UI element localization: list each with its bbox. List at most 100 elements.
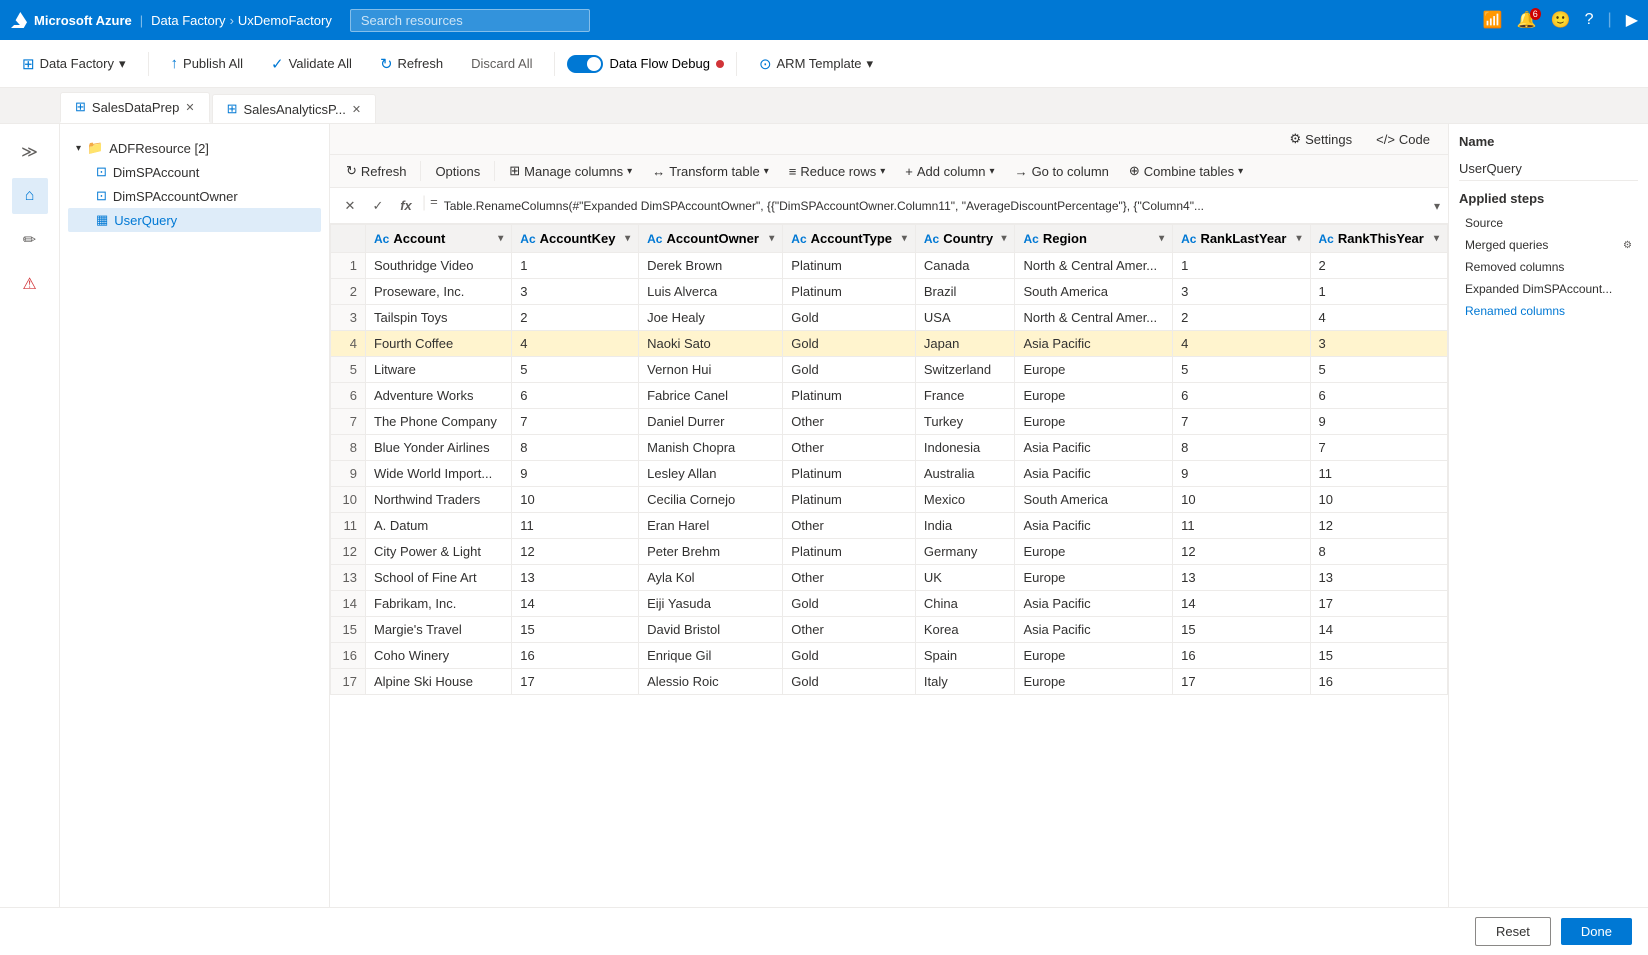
combine-tables-btn[interactable]: ⊕ Combine tables ▾ bbox=[1121, 159, 1251, 183]
row-num-cell: 14 bbox=[331, 591, 366, 617]
step-item[interactable]: Removed columns bbox=[1459, 256, 1638, 278]
table-row[interactable]: 14 Fabrikam, Inc. 14 Eiji Yasuda Gold Ch… bbox=[331, 591, 1448, 617]
explorer-item-dimsplaccount[interactable]: ⊡ DimSPAccount bbox=[68, 160, 321, 184]
goto-column-btn[interactable]: → Go to column bbox=[1007, 160, 1117, 183]
cell-country: Turkey bbox=[915, 409, 1015, 435]
sidebar-alert-btn[interactable]: ⚠ bbox=[12, 266, 48, 302]
table-row[interactable]: 3 Tailspin Toys 2 Joe Healy Gold USA Nor… bbox=[331, 305, 1448, 331]
sidebar-expand-btn[interactable]: ≫ bbox=[12, 134, 48, 170]
settings-btn[interactable]: ⚙ Settings bbox=[1281, 128, 1360, 150]
add-column-btn[interactable]: + Add column ▾ bbox=[897, 160, 1002, 183]
col-accountkey-label: AccountKey bbox=[540, 231, 616, 246]
sub-refresh-btn[interactable]: ↻ Refresh bbox=[338, 159, 414, 183]
table-row[interactable]: 4 Fourth Coffee 4 Naoki Sato Gold Japan … bbox=[331, 331, 1448, 357]
cell-rankthis: 16 bbox=[1310, 669, 1447, 695]
table-row[interactable]: 6 Adventure Works 6 Fabrice Canel Platin… bbox=[331, 383, 1448, 409]
table-row[interactable]: 17 Alpine Ski House 17 Alessio Roic Gold… bbox=[331, 669, 1448, 695]
table-container[interactable]: Ac Account ▾ Ac AccountKey ▾ bbox=[330, 224, 1448, 907]
step-item[interactable]: Merged queries⚙ bbox=[1459, 234, 1638, 256]
table-row[interactable]: 1 Southridge Video 1 Derek Brown Platinu… bbox=[331, 253, 1448, 279]
table-row[interactable]: 12 City Power & Light 12 Peter Brehm Pla… bbox=[331, 539, 1448, 565]
validate-btn[interactable]: ✓ Validate All bbox=[261, 50, 362, 78]
help-icon[interactable]: ? bbox=[1585, 11, 1594, 29]
country-filter-icon[interactable]: ▾ bbox=[1001, 233, 1006, 244]
azure-logo: Microsoft Azure bbox=[10, 11, 132, 29]
reduce-rows-btn[interactable]: ≡ Reduce rows ▾ bbox=[781, 160, 894, 183]
col-country[interactable]: Ac Country ▾ bbox=[915, 225, 1015, 253]
table-row[interactable]: 8 Blue Yonder Airlines 8 Manish Chopra O… bbox=[331, 435, 1448, 461]
table-row[interactable]: 10 Northwind Traders 10 Cecilia Cornejo … bbox=[331, 487, 1448, 513]
discard-btn[interactable]: Discard All bbox=[461, 51, 542, 76]
cell-type: Other bbox=[783, 513, 916, 539]
tab-salesdataprep[interactable]: ⊞ SalesDataPrep ✕ bbox=[60, 92, 210, 123]
cell-rankthis: 3 bbox=[1310, 331, 1447, 357]
explorer-item-userquery[interactable]: ▦ UserQuery bbox=[68, 208, 321, 232]
search-input[interactable] bbox=[350, 9, 590, 32]
col-accounttype[interactable]: Ac AccountType ▾ bbox=[783, 225, 916, 253]
table-row[interactable]: 2 Proseware, Inc. 3 Luis Alverca Platinu… bbox=[331, 279, 1448, 305]
cell-country: Spain bbox=[915, 643, 1015, 669]
accountowner-filter-icon[interactable]: ▾ bbox=[769, 233, 774, 244]
table-row[interactable]: 15 Margie's Travel 15 David Bristol Othe… bbox=[331, 617, 1448, 643]
smiley-icon[interactable]: 🙂 bbox=[1551, 10, 1571, 30]
done-button[interactable]: Done bbox=[1561, 918, 1632, 945]
table-row[interactable]: 5 Litware 5 Vernon Hui Gold Switzerland … bbox=[331, 357, 1448, 383]
run-icon[interactable]: ▶ bbox=[1626, 10, 1638, 30]
refresh-main-btn[interactable]: ↻ Refresh bbox=[370, 50, 453, 78]
step-item[interactable]: Expanded DimSPAccount... bbox=[1459, 278, 1638, 300]
explorer-item-dimspaccountowner[interactable]: ⊡ DimSPAccountOwner bbox=[68, 184, 321, 208]
breadcrumb-factory[interactable]: UxDemoFactory bbox=[238, 13, 332, 28]
step-item[interactable]: Renamed columns bbox=[1459, 300, 1638, 322]
code-btn[interactable]: </> Code bbox=[1368, 128, 1438, 150]
sidebar-home-btn[interactable]: ⌂ bbox=[12, 178, 48, 214]
cell-type: Other bbox=[783, 409, 916, 435]
publish-btn[interactable]: ↑ Publish All bbox=[161, 50, 253, 77]
ranklast-filter-icon[interactable]: ▾ bbox=[1296, 233, 1301, 244]
formula-x-btn[interactable]: ✕ bbox=[338, 194, 362, 218]
reset-button[interactable]: Reset bbox=[1475, 917, 1551, 946]
close-tab-2-icon[interactable]: ✕ bbox=[352, 103, 361, 116]
formula-expand-icon[interactable]: ▾ bbox=[1434, 199, 1440, 213]
formula-check-btn[interactable]: ✓ bbox=[366, 194, 390, 218]
cell-country: Italy bbox=[915, 669, 1015, 695]
debug-toggle-switch[interactable] bbox=[567, 55, 603, 73]
data-table: Ac Account ▾ Ac AccountKey ▾ bbox=[330, 224, 1448, 695]
accounttype-filter-icon[interactable]: ▾ bbox=[902, 233, 907, 244]
table-row[interactable]: 16 Coho Winery 16 Enrique Gil Gold Spain… bbox=[331, 643, 1448, 669]
step-settings-icon[interactable]: ⚙ bbox=[1623, 240, 1632, 251]
sidebar-pencil-btn[interactable]: ✏ bbox=[12, 222, 48, 258]
step-item[interactable]: Source bbox=[1459, 212, 1638, 234]
notification-icon[interactable]: 🔔6 bbox=[1517, 10, 1537, 30]
cell-region: Asia Pacific bbox=[1015, 591, 1173, 617]
sub-options-btn[interactable]: Options bbox=[427, 160, 488, 183]
table-row[interactable]: 11 A. Datum 11 Eran Harel Other India As… bbox=[331, 513, 1448, 539]
col-accountkey[interactable]: Ac AccountKey ▾ bbox=[512, 225, 639, 253]
transform-table-btn[interactable]: ↔ Transform table ▾ bbox=[644, 160, 777, 183]
arm-template-btn[interactable]: ⊙ ARM Template ▾ bbox=[749, 50, 883, 78]
region-filter-icon[interactable]: ▾ bbox=[1159, 233, 1164, 244]
data-factory-btn[interactable]: ⊞ Data Factory ▾ bbox=[12, 50, 136, 78]
cell-key: 17 bbox=[512, 669, 639, 695]
breadcrumb-datafactory[interactable]: Data Factory bbox=[151, 13, 225, 28]
rankthis-filter-icon[interactable]: ▾ bbox=[1434, 233, 1439, 244]
formula-fx-btn[interactable]: fx bbox=[394, 194, 418, 218]
arm-icon: ⊙ bbox=[759, 55, 772, 73]
table-header-row: Ac Account ▾ Ac AccountKey ▾ bbox=[331, 225, 1448, 253]
col-ranklastyear[interactable]: Ac RankLastYear ▾ bbox=[1173, 225, 1310, 253]
tab-salesanalytics[interactable]: ⊞ SalesAnalyticsP... ✕ bbox=[212, 94, 377, 123]
explorer-group-header[interactable]: ▾ 📁 ADFResource [2] bbox=[68, 136, 321, 160]
account-filter-icon[interactable]: ▾ bbox=[498, 233, 503, 244]
table-row[interactable]: 9 Wide World Import... 9 Lesley Allan Pl… bbox=[331, 461, 1448, 487]
col-region[interactable]: Ac Region ▾ bbox=[1015, 225, 1173, 253]
col-rankthisyear[interactable]: Ac RankThisYear ▾ bbox=[1310, 225, 1447, 253]
cell-type: Gold bbox=[783, 357, 916, 383]
cell-owner: David Bristol bbox=[639, 617, 783, 643]
accountkey-filter-icon[interactable]: ▾ bbox=[625, 233, 630, 244]
cell-region: Europe bbox=[1015, 643, 1173, 669]
table-row[interactable]: 7 The Phone Company 7 Daniel Durrer Othe… bbox=[331, 409, 1448, 435]
close-tab-1-icon[interactable]: ✕ bbox=[185, 101, 194, 114]
col-accountowner[interactable]: Ac AccountOwner ▾ bbox=[639, 225, 783, 253]
table-row[interactable]: 13 School of Fine Art 13 Ayla Kol Other … bbox=[331, 565, 1448, 591]
manage-columns-btn[interactable]: ⊞ Manage columns ▾ bbox=[501, 159, 640, 183]
col-account[interactable]: Ac Account ▾ bbox=[366, 225, 512, 253]
